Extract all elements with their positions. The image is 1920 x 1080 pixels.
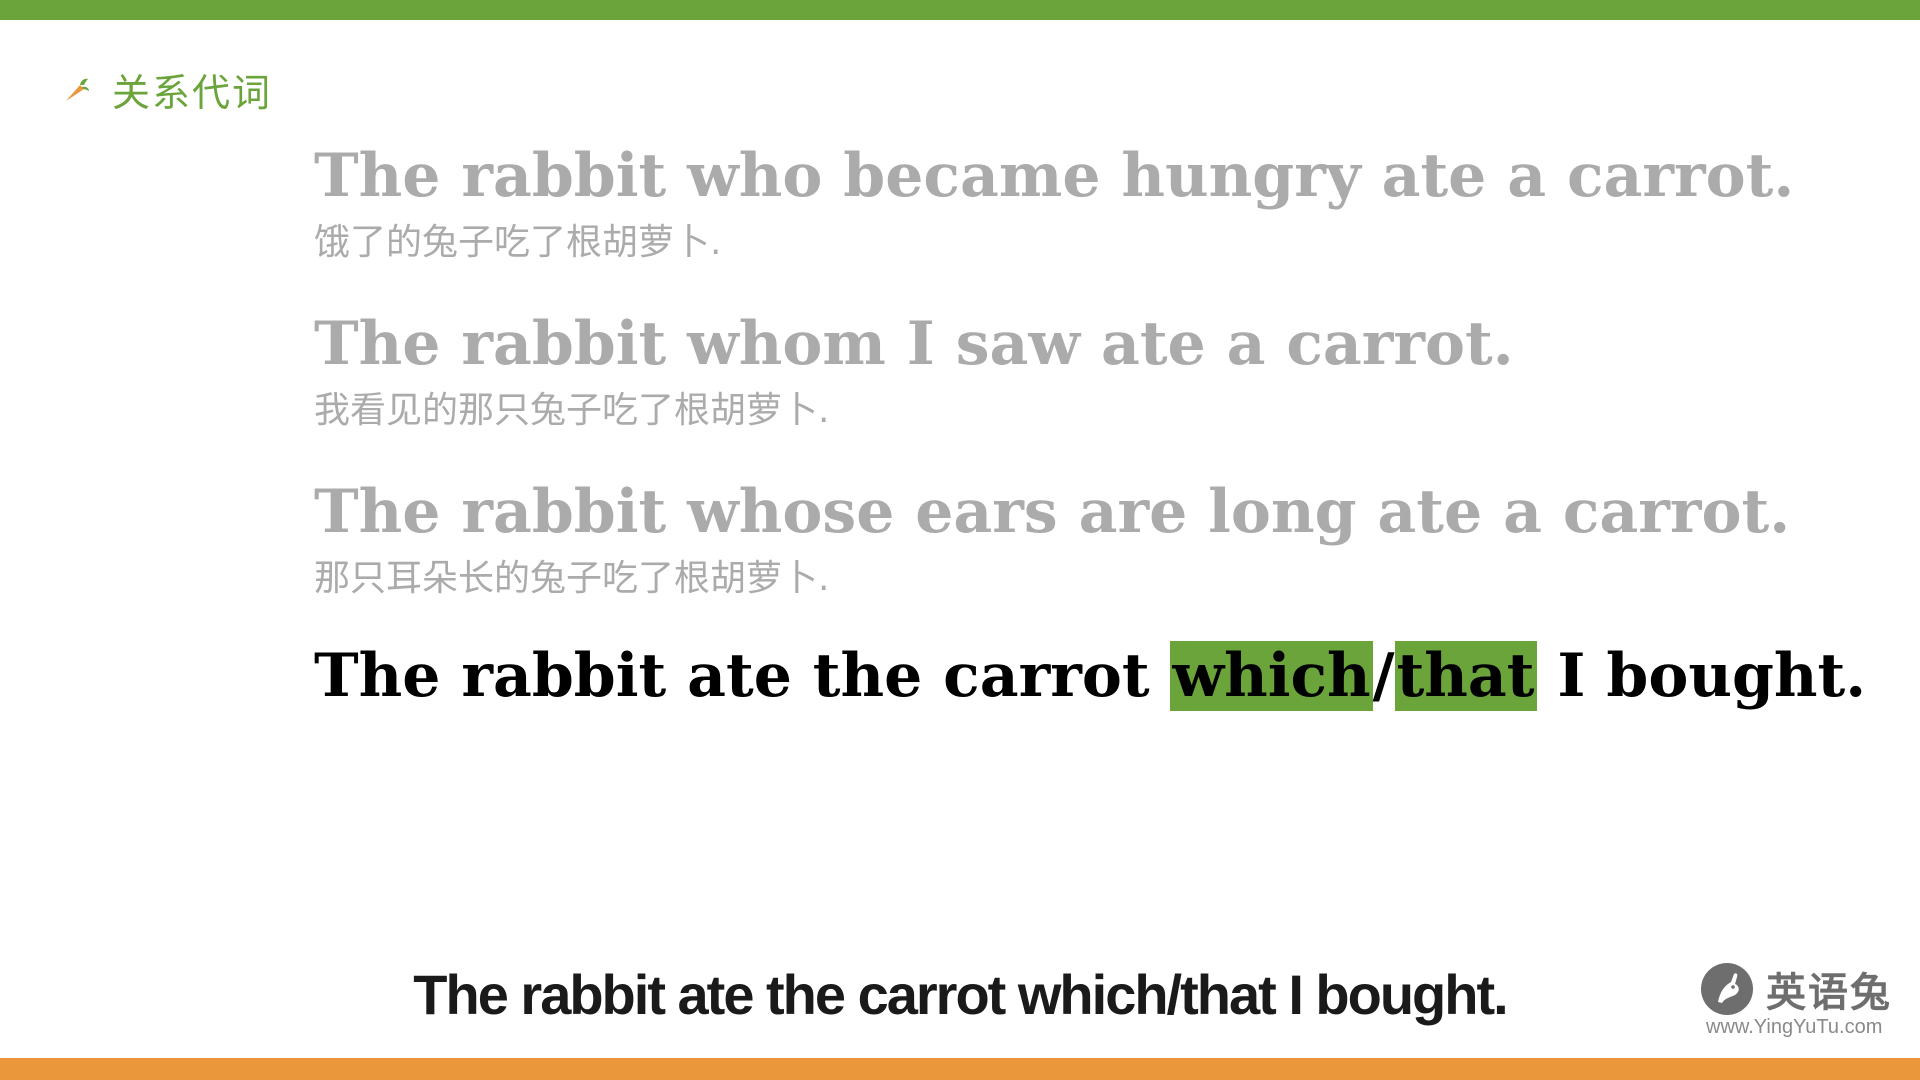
focus-sentence-end: I bought. [1536,641,1867,711]
example-list: The rabbit who became hungry ate a carro… [314,136,1874,640]
example-chinese: 饿了的兔子吃了根胡萝卜. [314,222,722,263]
section-title: 关系代词 [112,71,273,115]
example-item: The rabbit whom I saw ate a carrot. 我看见的… [314,304,1874,472]
video-subtitle: The rabbit ate the carrot which/that I b… [413,963,1508,1026]
watermark-logo: 英语兔 www.YingYuTu.com [1700,956,1900,1040]
example-chinese: 那只耳朵长的兔子吃了根胡萝卜. [314,558,830,599]
highlight-that: that [1394,641,1537,711]
focus-sentence-start: The rabbit ate the carrot [314,641,1171,711]
focus-sentence: The rabbit ate the carrot which/that I b… [314,636,1866,716]
logo-url: www.YingYuTu.com [1706,1016,1883,1038]
example-english: The rabbit whose ears are long ate a car… [314,477,1791,547]
example-english: The rabbit who became hungry ate a carro… [314,141,1795,211]
example-item: The rabbit who became hungry ate a carro… [314,136,1874,304]
focus-slash: / [1372,641,1395,711]
carrot-icon [66,78,89,101]
example-item: The rabbit whose ears are long ate a car… [314,472,1874,640]
rabbit-logo-icon [1701,963,1753,1015]
example-english: The rabbit whom I saw ate a carrot. [314,309,1514,379]
example-chinese: 我看见的那只兔子吃了根胡萝卜. [314,390,830,431]
highlight-which: which [1170,641,1373,711]
top-accent-bar [0,0,1920,20]
section-header: 关系代词 [62,62,272,117]
logo-name: 英语兔 [1766,969,1892,1016]
bottom-accent-bar [0,1058,1920,1080]
